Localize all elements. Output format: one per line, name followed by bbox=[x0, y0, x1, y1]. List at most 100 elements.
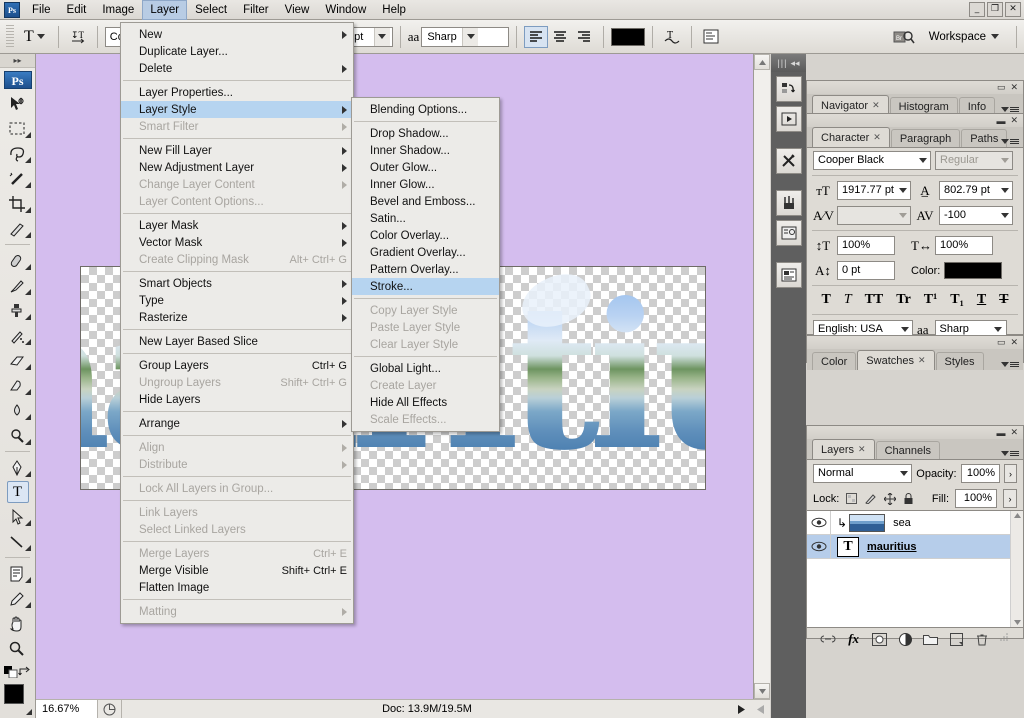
chevron-down-icon[interactable] bbox=[896, 182, 910, 199]
menu-item-flatten-image[interactable]: Flatten Image bbox=[121, 579, 353, 596]
menu-item-layer-properties[interactable]: Layer Properties... bbox=[121, 84, 353, 101]
chevron-down-icon[interactable] bbox=[896, 465, 911, 482]
fill-input[interactable]: 100% bbox=[955, 489, 997, 508]
layer-menu[interactable]: New Duplicate Layer... Delete Layer Propert… bbox=[120, 22, 354, 624]
kerning-select[interactable] bbox=[837, 206, 911, 225]
foreground-color-swatch[interactable] bbox=[4, 684, 24, 704]
move-tool[interactable] bbox=[0, 91, 34, 116]
menu-item-blending-options[interactable]: Blending Options... bbox=[352, 101, 499, 118]
vertical-scale-input[interactable]: 100% bbox=[837, 236, 895, 255]
resize-grip[interactable] bbox=[1000, 633, 1010, 645]
dock-expand-button[interactable]: ||| ◂◂ bbox=[771, 54, 806, 72]
menu-item-bevel-and-emboss[interactable]: Bevel and Emboss... bbox=[352, 193, 499, 210]
rectangular-marquee-tool[interactable] bbox=[0, 116, 34, 141]
chevron-down-icon[interactable] bbox=[997, 182, 1012, 199]
new-group-icon[interactable] bbox=[923, 631, 939, 647]
slice-tool[interactable] bbox=[0, 216, 34, 241]
character-panel-menu-button[interactable] bbox=[1001, 139, 1019, 144]
chevron-down-icon[interactable] bbox=[373, 27, 390, 46]
opacity-input[interactable]: 100% bbox=[960, 464, 1000, 483]
minimize-icon[interactable]: ▬ bbox=[996, 116, 1005, 126]
font-size-select[interactable]: 1917.77 pt bbox=[837, 181, 911, 200]
tab-channels[interactable]: Channels bbox=[875, 441, 941, 459]
tab-navigator[interactable]: Navigator ✕ bbox=[812, 95, 889, 115]
clone-source-panel-icon[interactable] bbox=[775, 220, 802, 246]
bridge-icon[interactable]: Br bbox=[889, 26, 919, 48]
opacity-slider-button[interactable]: › bbox=[1003, 464, 1017, 483]
minimize-icon[interactable]: ▭ bbox=[997, 82, 1006, 93]
table-row[interactable]: ↳ sea bbox=[807, 511, 1023, 535]
delete-layer-icon[interactable] bbox=[974, 631, 990, 647]
healing-brush-tool[interactable] bbox=[0, 248, 34, 273]
menu-item-layer-mask[interactable]: Layer Mask bbox=[121, 217, 353, 234]
lock-all-icon[interactable] bbox=[902, 492, 915, 505]
menu-item-merge-visible[interactable]: Merge Visible Shift+ Ctrl+ E bbox=[121, 562, 353, 579]
type-layer-thumbnail[interactable]: T bbox=[837, 536, 859, 557]
tab-paragraph[interactable]: Paragraph bbox=[890, 129, 961, 147]
blur-tool[interactable] bbox=[0, 398, 34, 423]
chevron-down-icon[interactable] bbox=[991, 34, 999, 39]
menu-file[interactable]: File bbox=[24, 0, 59, 20]
menu-item-pattern-overlay[interactable]: Pattern Overlay... bbox=[352, 261, 499, 278]
close-icon[interactable]: ✕ bbox=[1010, 115, 1018, 126]
menu-item-satin[interactable]: Satin... bbox=[352, 210, 499, 227]
tool-presets-panel-icon[interactable] bbox=[775, 148, 802, 174]
path-selection-tool[interactable] bbox=[0, 504, 34, 529]
menu-item-color-overlay[interactable]: Color Overlay... bbox=[352, 227, 499, 244]
new-layer-icon[interactable] bbox=[949, 631, 965, 647]
blend-mode-select[interactable]: Normal bbox=[813, 464, 913, 483]
minimize-button[interactable]: _ bbox=[969, 2, 985, 17]
fill-slider-button[interactable]: › bbox=[1003, 489, 1017, 508]
add-layer-style-icon[interactable]: fx bbox=[846, 631, 862, 647]
font-style-select[interactable]: Regular bbox=[935, 151, 1013, 170]
menu-item-duplicate-layer[interactable]: Duplicate Layer... bbox=[121, 43, 353, 60]
chevron-down-icon[interactable] bbox=[895, 207, 910, 224]
brushes-panel-icon[interactable] bbox=[775, 190, 802, 216]
warp-text-icon[interactable]: T bbox=[660, 26, 684, 48]
chevron-down-icon[interactable] bbox=[997, 152, 1012, 169]
gradient-tool[interactable] bbox=[0, 373, 34, 398]
menu-item-layer-style[interactable]: Layer Style bbox=[121, 101, 353, 118]
leading-select[interactable]: 802.79 pt bbox=[939, 181, 1013, 200]
menu-item-new[interactable]: New bbox=[121, 26, 353, 43]
tab-color[interactable]: Color bbox=[812, 352, 857, 370]
baseline-shift-input[interactable]: 0 pt bbox=[837, 261, 895, 280]
layer-visibility-icon[interactable] bbox=[807, 535, 831, 558]
menu-item-new-fill-layer[interactable]: New Fill Layer bbox=[121, 142, 353, 159]
layers-panel-menu-button[interactable] bbox=[1001, 451, 1019, 456]
text-orientation-icon[interactable]: ↧T bbox=[66, 26, 90, 48]
subscript-button[interactable]: T₁ bbox=[950, 292, 964, 308]
menu-item-hide-layers[interactable]: Hide Layers bbox=[121, 391, 353, 408]
layer-comps-panel-icon[interactable] bbox=[775, 262, 802, 288]
add-layer-mask-icon[interactable] bbox=[871, 631, 887, 647]
zoom-tool[interactable] bbox=[0, 636, 34, 661]
strikethrough-button[interactable]: T bbox=[999, 292, 1008, 308]
menu-item-stroke[interactable]: Stroke... bbox=[352, 278, 499, 295]
toolbox-collapse-button[interactable]: ▸▸ bbox=[0, 54, 35, 68]
align-right-icon[interactable] bbox=[572, 26, 596, 48]
eraser-tool[interactable] bbox=[0, 348, 34, 373]
menu-layer[interactable]: Layer bbox=[142, 0, 188, 20]
menu-item-outer-glow[interactable]: Outer Glow... bbox=[352, 159, 499, 176]
superscript-button[interactable]: T¹ bbox=[924, 292, 938, 308]
toggle-palettes-icon[interactable] bbox=[699, 26, 723, 48]
zoom-level[interactable]: 16.67% bbox=[36, 699, 98, 718]
align-center-icon[interactable] bbox=[548, 26, 572, 48]
menu-item-new-adjustment-layer[interactable]: New Adjustment Layer bbox=[121, 159, 353, 176]
history-brush-tool[interactable] bbox=[0, 323, 34, 348]
menu-select[interactable]: Select bbox=[187, 0, 235, 20]
active-tool-preset[interactable]: T bbox=[18, 28, 51, 46]
menu-item-arrange[interactable]: Arrange bbox=[121, 415, 353, 432]
menu-item-gradient-overlay[interactable]: Gradient Overlay... bbox=[352, 244, 499, 261]
menu-item-inner-shadow[interactable]: Inner Shadow... bbox=[352, 142, 499, 159]
menu-filter[interactable]: Filter bbox=[235, 0, 277, 20]
lasso-tool[interactable] bbox=[0, 141, 34, 166]
restore-button[interactable]: ❐ bbox=[987, 2, 1003, 17]
menu-item-global-light[interactable]: Global Light... bbox=[352, 360, 499, 377]
tab-swatches[interactable]: Swatches ✕ bbox=[857, 350, 935, 370]
font-family-select[interactable]: Cooper Black bbox=[813, 151, 931, 170]
magic-wand-tool[interactable] bbox=[0, 166, 34, 191]
new-fill-adjustment-icon[interactable] bbox=[897, 631, 913, 647]
actions-panel-icon[interactable] bbox=[775, 106, 802, 132]
swatches-panel-menu-button[interactable] bbox=[1001, 362, 1019, 367]
